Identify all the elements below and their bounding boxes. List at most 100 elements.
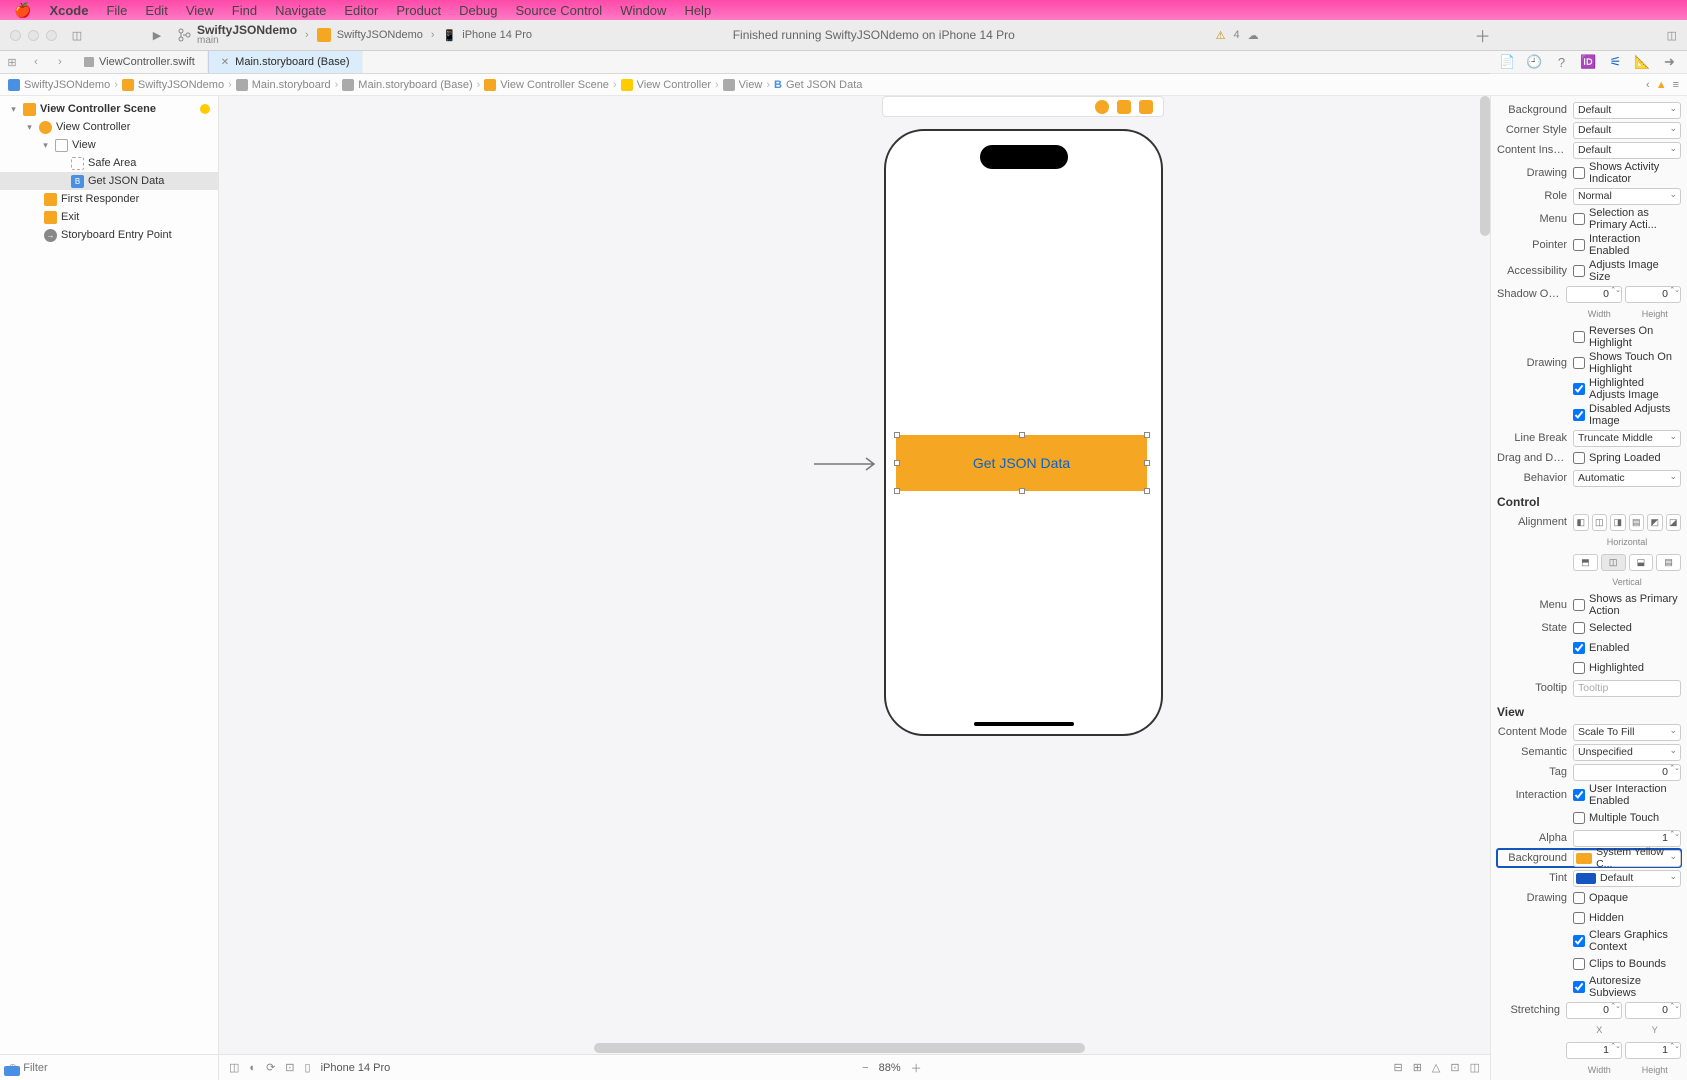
stretch-h-stepper[interactable]: 1 [1625, 1042, 1681, 1059]
resize-handle-icon[interactable] [1144, 432, 1150, 438]
opaque-checkbox[interactable]: Opaque [1573, 892, 1628, 904]
clips-to-bounds-checkbox[interactable]: Clips to Bounds [1573, 958, 1666, 970]
semantic-popup[interactable]: Unspecified [1573, 744, 1681, 761]
resize-handle-icon[interactable] [894, 432, 900, 438]
background-color-popup[interactable]: System Yellow C... [1573, 850, 1681, 867]
zoom-level[interactable]: 88% [879, 1062, 901, 1074]
shadow-height-stepper[interactable]: 0 [1625, 286, 1681, 303]
bc-item[interactable]: SwiftyJSONdemo [138, 79, 224, 91]
embed-tool-icon[interactable]: ⊡ [1450, 1061, 1459, 1074]
tab-viewcontroller[interactable]: ViewController.swift [72, 51, 208, 73]
tooltip-field[interactable]: Tooltip [1573, 680, 1681, 697]
pointer-interaction-checkbox[interactable]: Interaction Enabled [1573, 233, 1681, 257]
tint-color-popup[interactable]: Default [1573, 870, 1681, 887]
warning-badge-icon[interactable] [200, 104, 210, 114]
background-popup[interactable]: Default [1573, 102, 1681, 119]
content-insets-popup[interactable]: Default [1573, 142, 1681, 159]
menu-file[interactable]: File [106, 3, 127, 18]
minimize-icon[interactable] [28, 30, 39, 41]
menu-help[interactable]: Help [684, 3, 711, 18]
cloud-icon[interactable]: ☁ [1248, 29, 1259, 42]
menu-debug[interactable]: Debug [459, 3, 497, 18]
app-menu[interactable]: Xcode [49, 3, 88, 18]
outline-exit[interactable]: Exit [0, 208, 218, 226]
horizontal-alignment-segmented[interactable]: ◧◫◨▤◩◪ [1573, 514, 1681, 531]
apple-icon[interactable]: 🍎 [14, 2, 31, 19]
clears-context-checkbox[interactable]: Clears Graphics Context [1573, 929, 1681, 953]
panel-toggle-icon[interactable]: ◫ [229, 1061, 239, 1074]
bc-outline-toggle-icon[interactable]: ≡ [1673, 79, 1679, 91]
outline-scene[interactable]: ▾ View Controller Scene [0, 100, 218, 118]
size-inspector-icon[interactable]: 📐 [1634, 53, 1652, 71]
state-enabled-checkbox[interactable]: Enabled [1573, 642, 1629, 654]
accessibility-adjusts-checkbox[interactable]: Adjusts Image Size [1573, 259, 1681, 283]
zoom-in-icon[interactable]: ＋ [911, 1060, 922, 1076]
menu-primary-action-checkbox[interactable]: Selection as Primary Acti... [1573, 207, 1681, 231]
line-break-popup[interactable]: Truncate Middle [1573, 430, 1681, 447]
history-inspector-icon[interactable]: 🕘 [1526, 53, 1544, 71]
left-panel-toggle-icon[interactable]: ◫ [69, 27, 85, 43]
behavior-popup[interactable]: Automatic [1573, 470, 1681, 487]
shows-as-primary-action-checkbox[interactable]: Shows as Primary Action [1573, 593, 1681, 617]
bc-warning-icon[interactable]: ▲ [1656, 79, 1667, 91]
resize-handle-icon[interactable] [894, 460, 900, 466]
orientation-icon[interactable]: ⟳ [266, 1061, 275, 1074]
horizontal-scrollbar[interactable] [594, 1043, 1085, 1053]
bc-nav-back-icon[interactable]: ‹ [1646, 79, 1650, 91]
appearance-icon[interactable]: ◐ [249, 1062, 256, 1074]
resolve-tool-icon[interactable]: △ [1432, 1061, 1440, 1074]
connections-inspector-icon[interactable]: ➜ [1661, 53, 1679, 71]
reverses-highlight-checkbox[interactable]: Reverses On Highlight [1573, 325, 1681, 349]
ib-canvas[interactable]: Get JSON Data ◫ ◐ ⟳ ⊡ ▯ iPhone 14 Pro − … [219, 96, 1490, 1080]
bc-item[interactable]: View Controller [637, 79, 711, 91]
outline-vc[interactable]: ▾ View Controller [0, 118, 218, 136]
outline-view[interactable]: ▾ View [0, 136, 218, 154]
tag-stepper[interactable]: 0 [1573, 764, 1681, 781]
autoresize-subviews-checkbox[interactable]: Autoresize Subviews [1573, 975, 1681, 999]
resize-handle-icon[interactable] [894, 488, 900, 494]
tab-main-storyboard[interactable]: ✕ Main.storyboard (Base) [208, 51, 363, 73]
vc-dock-icon[interactable] [1095, 100, 1109, 114]
state-highlighted-checkbox[interactable]: Highlighted [1573, 662, 1644, 674]
canvas-selected-button[interactable]: Get JSON Data [896, 435, 1147, 491]
spring-loaded-checkbox[interactable]: Spring Loaded [1573, 452, 1661, 464]
resize-handle-icon[interactable] [1144, 488, 1150, 494]
disabled-adjusts-checkbox[interactable]: Disabled Adjusts Image [1573, 403, 1681, 427]
outline-first-responder[interactable]: First Responder [0, 190, 218, 208]
resize-handle-icon[interactable] [1019, 488, 1025, 494]
activity-indicator-checkbox[interactable]: Shows Activity Indicator [1573, 161, 1681, 185]
right-panel-toggle-icon[interactable]: ◫ [1667, 29, 1677, 42]
stretch-y-stepper[interactable]: 0 [1625, 1002, 1681, 1019]
device-name[interactable]: iPhone 14 Pro [321, 1062, 391, 1074]
menu-find[interactable]: Find [232, 3, 257, 18]
first-responder-dock-icon[interactable] [1117, 100, 1131, 114]
run-button[interactable]: ▶ [149, 27, 165, 43]
user-interaction-checkbox[interactable]: User Interaction Enabled [1573, 783, 1681, 807]
shadow-width-stepper[interactable]: 0 [1566, 286, 1622, 303]
bc-item[interactable]: View Controller Scene [500, 79, 609, 91]
menu-window[interactable]: Window [620, 3, 666, 18]
menu-product[interactable]: Product [396, 3, 441, 18]
warning-icon[interactable]: ⚠ [1216, 29, 1226, 42]
outline-filter-input[interactable] [23, 1062, 210, 1074]
zoom-icon[interactable] [46, 30, 57, 41]
file-inspector-icon[interactable]: 📄 [1499, 53, 1517, 71]
state-selected-checkbox[interactable]: Selected [1573, 622, 1632, 634]
bc-item[interactable]: Main.storyboard (Base) [358, 79, 472, 91]
nav-forward-icon[interactable]: › [48, 51, 72, 73]
hidden-checkbox[interactable]: Hidden [1573, 912, 1624, 924]
role-popup[interactable]: Normal [1573, 188, 1681, 205]
content-mode-popup[interactable]: Scale To Fill [1573, 724, 1681, 741]
scheme-selector[interactable]: SwiftyJSONdemo main › SwiftyJSONdemo › 📱… [177, 24, 532, 46]
outline-entry-point[interactable]: → Storyboard Entry Point [0, 226, 218, 244]
nav-grid-icon[interactable]: ⊞ [0, 51, 24, 73]
corner-style-popup[interactable]: Default [1573, 122, 1681, 139]
scene-dock[interactable] [882, 96, 1164, 117]
bc-item[interactable]: Get JSON Data [786, 79, 862, 91]
alpha-stepper[interactable]: 1 [1573, 830, 1681, 847]
zoom-out-icon[interactable]: − [862, 1062, 868, 1074]
close-tab-icon[interactable]: ✕ [221, 57, 229, 68]
vertical-scrollbar[interactable] [1480, 96, 1490, 236]
shows-touch-checkbox[interactable]: Shows Touch On Highlight [1573, 351, 1681, 375]
identity-inspector-icon[interactable]: 🆔 [1580, 53, 1598, 71]
